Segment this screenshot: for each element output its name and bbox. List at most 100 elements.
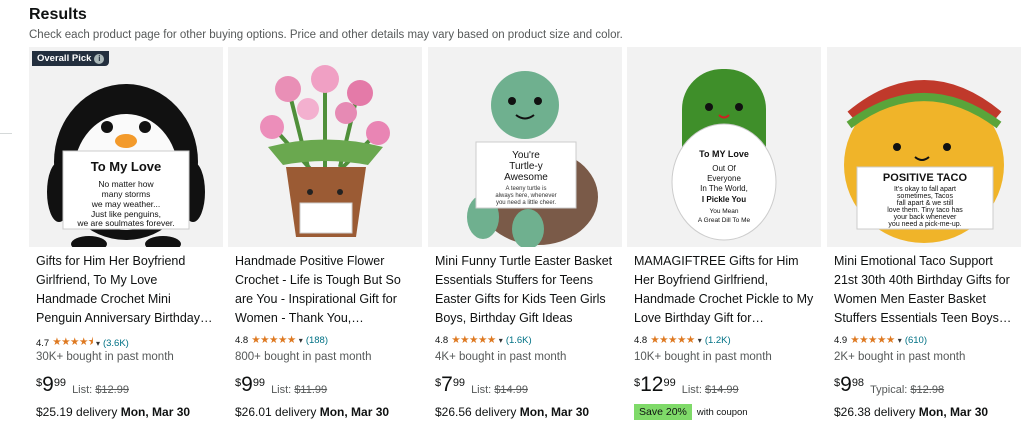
image-caption-line: No matter how bbox=[98, 179, 154, 189]
coupon-row[interactable]: Save 20% with coupon bbox=[634, 404, 748, 420]
price-whole: 12 bbox=[640, 373, 664, 396]
image-caption-line: You're bbox=[512, 150, 540, 161]
image-caption-line: Turtle-y bbox=[509, 161, 543, 172]
delivery-date: Mon, Mar 30 bbox=[319, 405, 390, 419]
bought-in-past-month: 10K+ bought in past month bbox=[634, 351, 772, 363]
product-card[interactable]: Handmade Positive Flower Crochet - Life … bbox=[228, 47, 422, 428]
image-caption-line: Awesome bbox=[504, 172, 548, 183]
chevron-down-icon[interactable]: ▾ bbox=[96, 339, 100, 348]
chevron-down-icon[interactable]: ▾ bbox=[898, 336, 902, 345]
image-caption-line: Out Of bbox=[712, 164, 736, 173]
product-title[interactable]: Mini Funny Turtle Easter Basket Essentia… bbox=[435, 252, 617, 328]
price[interactable]: $ 9 99 List: $11.99 bbox=[235, 373, 327, 397]
product-image[interactable] bbox=[228, 47, 422, 247]
product-title[interactable]: MAMAGIFTREE Gifts for Him Her Boyfriend … bbox=[634, 252, 816, 328]
image-caption-line: your back whenever bbox=[894, 214, 957, 221]
chevron-down-icon[interactable]: ▾ bbox=[499, 336, 503, 345]
side-divider bbox=[0, 133, 12, 134]
list-price-value: $11.99 bbox=[294, 384, 328, 396]
image-caption-line: POSITIVE TACO bbox=[883, 172, 968, 184]
review-count[interactable]: (1.6K) bbox=[506, 335, 532, 346]
review-count[interactable]: (188) bbox=[306, 335, 328, 346]
list-price: List: $14.99 bbox=[682, 384, 739, 396]
star-rating-icon[interactable]: ★★★★⯨ bbox=[52, 334, 93, 352]
coupon-text: with coupon bbox=[696, 406, 748, 418]
image-caption-line: sometimes, Tacos bbox=[897, 193, 953, 200]
rating-row[interactable]: 4.8 ★★★★★ ▾ (1.2K) bbox=[634, 334, 731, 346]
product-card[interactable]: To MY Love Out Of Everyone In The World,… bbox=[627, 47, 821, 428]
image-caption-line: always here, whenever bbox=[495, 193, 556, 199]
product-title[interactable]: Mini Emotional Taco Support 21st 30th 40… bbox=[834, 252, 1016, 328]
product-card[interactable]: To My Love No matter how many storms we … bbox=[29, 47, 223, 428]
price[interactable]: $ 9 98 Typical: $12.98 bbox=[834, 374, 944, 397]
overall-pick-badge[interactable]: Overall Pick i bbox=[32, 51, 110, 66]
star-rating-icon[interactable]: ★★★★★ bbox=[650, 334, 695, 346]
delivery-info: $26.01 delivery Mon, Mar 30 bbox=[235, 405, 389, 419]
chevron-down-icon[interactable]: ▾ bbox=[299, 336, 303, 345]
price-fraction: 99 bbox=[452, 377, 466, 389]
rating-row[interactable]: 4.8 ★★★★★ ▾ (188) bbox=[235, 334, 328, 346]
star-rating-icon[interactable]: ★★★★★ bbox=[850, 334, 895, 346]
list-price: List: $11.99 bbox=[271, 384, 327, 396]
rating-value: 4.9 bbox=[834, 334, 848, 346]
results-title: Results bbox=[29, 6, 87, 23]
bought-in-past-month: 800+ bought in past month bbox=[235, 351, 372, 363]
results-subtitle: Check each product page for other buying… bbox=[29, 29, 623, 41]
bought-in-past-month: 4K+ bought in past month bbox=[435, 351, 567, 363]
badge-label: Overall Pick bbox=[37, 53, 92, 64]
rating-row[interactable]: 4.9 ★★★★★ ▾ (610) bbox=[834, 334, 927, 346]
save-badge: Save 20% bbox=[634, 404, 692, 420]
info-icon[interactable]: i bbox=[94, 53, 105, 64]
review-count[interactable]: (1.2K) bbox=[705, 335, 731, 346]
product-image[interactable]: To My Love No matter how many storms we … bbox=[29, 47, 223, 247]
review-count[interactable]: (610) bbox=[905, 335, 927, 346]
price[interactable]: $ 12 99 List: $14.99 bbox=[634, 373, 739, 397]
image-caption-line: we are soulmates forever. bbox=[76, 218, 174, 228]
delivery-date: Mon, Mar 30 bbox=[519, 405, 590, 419]
product-image[interactable]: POSITIVE TACO It's okay to fall apart so… bbox=[827, 47, 1021, 247]
image-caption-line: you need a pick-me-up. bbox=[888, 221, 961, 228]
price-whole: 9 bbox=[241, 373, 253, 396]
price[interactable]: $ 7 99 List: $14.99 bbox=[435, 374, 528, 397]
image-caption-line: A teeny turtle is bbox=[505, 186, 546, 192]
product-card[interactable]: POSITIVE TACO It's okay to fall apart so… bbox=[827, 47, 1021, 428]
list-price-label: List: bbox=[681, 384, 702, 396]
review-count[interactable]: (3.6K) bbox=[103, 338, 129, 349]
bought-in-past-month: 30K+ bought in past month bbox=[36, 351, 174, 363]
delivery-info: $26.56 delivery Mon, Mar 30 bbox=[435, 405, 589, 419]
list-price: Typical: $12.98 bbox=[870, 384, 944, 396]
image-caption-line: To My Love bbox=[91, 159, 162, 174]
list-price-label: List: bbox=[271, 384, 292, 396]
list-price-value: $12.99 bbox=[95, 384, 129, 396]
image-caption-line: love them. Tiny taco has bbox=[887, 207, 963, 214]
product-title[interactable]: Handmade Positive Flower Crochet - Life … bbox=[235, 252, 417, 328]
delivery-info: $25.19 delivery Mon, Mar 30 bbox=[36, 405, 190, 419]
rating-row[interactable]: 4.8 ★★★★★ ▾ (1.6K) bbox=[435, 334, 532, 346]
price[interactable]: $ 9 99 List: $12.99 bbox=[36, 373, 129, 397]
image-caption-line: you need a little cheer. bbox=[496, 200, 556, 206]
image-caption-line: To MY Love bbox=[699, 149, 749, 159]
product-title[interactable]: Gifts for Him Her Boyfriend Girlfriend, … bbox=[36, 252, 218, 328]
product-card[interactable]: You're Turtle-y Awesome A teeny turtle i… bbox=[428, 47, 622, 428]
product-image[interactable]: You're Turtle-y Awesome A teeny turtle i… bbox=[428, 47, 622, 247]
image-caption-line: In The World, bbox=[700, 184, 748, 193]
image-caption-line: I Pickle You bbox=[702, 195, 746, 204]
price-whole: 9 bbox=[42, 373, 54, 396]
list-price-value: $14.99 bbox=[494, 384, 528, 396]
image-caption-line: A Great Dill To Me bbox=[698, 217, 751, 224]
rating-row[interactable]: 4.7 ★★★★⯨ ▾ (3.6K) bbox=[36, 334, 129, 352]
star-rating-icon[interactable]: ★★★★★ bbox=[451, 334, 496, 346]
list-price-label: List: bbox=[471, 384, 492, 396]
delivery-date: Mon, Mar 30 bbox=[120, 405, 191, 419]
chevron-down-icon[interactable]: ▾ bbox=[698, 336, 702, 345]
price-fraction: 98 bbox=[851, 377, 865, 389]
rating-value: 4.8 bbox=[235, 334, 249, 346]
image-caption-line: You Mean bbox=[709, 208, 738, 215]
image-caption-line: It's okay to fall apart bbox=[894, 186, 956, 193]
bought-in-past-month: 2K+ bought in past month bbox=[834, 351, 966, 363]
image-caption-line: many storms bbox=[102, 189, 151, 199]
price-fraction: 99 bbox=[252, 377, 266, 389]
product-image[interactable]: To MY Love Out Of Everyone In The World,… bbox=[627, 47, 821, 247]
star-rating-icon[interactable]: ★★★★★ bbox=[251, 334, 296, 346]
delivery-cost: $26.56 delivery bbox=[435, 405, 517, 419]
